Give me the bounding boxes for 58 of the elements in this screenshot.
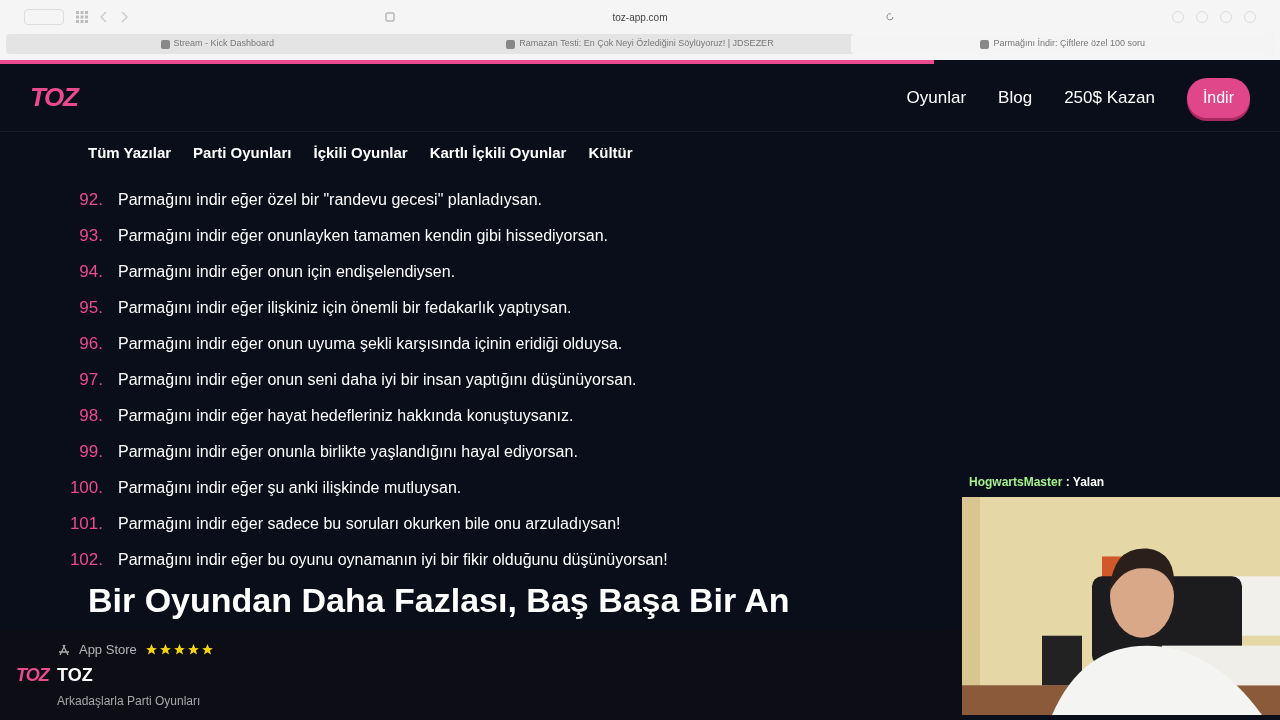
item-number: 98. (78, 405, 104, 428)
category-link[interactable]: İçkili Oyunlar (313, 142, 408, 165)
list-item-text: Parmağını indir eğer bu oyunu oynamanın iyi bir fikir olduğunu düşünüyorsan! (117, 550, 668, 570)
app-logo: TOZ (16, 663, 49, 687)
browser-tab[interactable]: Stream - Kick Dashboard (6, 34, 429, 54)
app-name: TOZ (56, 664, 94, 688)
category-link[interactable]: Kartlı İçkili Oyunlar (429, 142, 567, 165)
tab-favicon-icon (506, 39, 516, 49)
logo[interactable]: TOZ (30, 78, 78, 117)
app-subtitle: Arkadaşlarla Parti Oyunları (56, 693, 202, 711)
item-number: 93. (78, 225, 104, 248)
list-item-text: Parmağını indir eğer özel bir "randevu gecesi" planladıysan. (117, 190, 543, 210)
reload-icon[interactable] (885, 12, 895, 22)
nav-link[interactable]: 250$ Kazan (1064, 84, 1155, 111)
store-label: App Store (78, 640, 137, 659)
nav-link[interactable]: Oyunlar (906, 84, 967, 111)
item-number: 97. (78, 369, 104, 392)
browser-tab[interactable]: Parmağını İndir: Çiftlere özel 100 soru (851, 34, 1274, 54)
back-icon[interactable] (100, 11, 108, 23)
grid-icon[interactable] (76, 11, 88, 23)
reader-icon[interactable] (385, 12, 395, 22)
star-icon (172, 643, 186, 656)
item-number: 94. (78, 261, 104, 284)
download-button[interactable]: İndir (1186, 77, 1250, 118)
item-number: 101. (68, 513, 104, 536)
list-item-text: Parmağını indir eğer onun için endişelendiysen. (117, 262, 456, 282)
list-item-text: Parmağını indir eğer onun uyuma şekli karşısında içinin eridiği olduysa. (117, 334, 623, 354)
category-link[interactable]: Parti Oyunları (193, 142, 292, 165)
category-link[interactable]: Kültür (588, 142, 633, 165)
star-icon (186, 643, 200, 656)
item-number: 95. (78, 297, 104, 320)
address-field[interactable]: toz-app.com (612, 9, 668, 25)
section-heading: Bir Oyundan Daha Fazlası, Baş Başa Bir An (87, 580, 791, 620)
app-store-icon (56, 642, 71, 657)
item-number: 100. (68, 477, 104, 500)
sidebar-icon[interactable] (24, 9, 64, 25)
item-number: 102. (68, 549, 104, 572)
tab-favicon-icon (980, 39, 990, 49)
star-icon (200, 643, 214, 656)
forward-icon[interactable] (120, 11, 128, 23)
list-item-text: Parmağını indir eğer onunla birlikte yaşlandığını hayal ediyorsan. (117, 442, 578, 462)
list-item-text: Parmağını indir eğer şu anki ilişkinde mutluysan. (117, 478, 462, 498)
list-item-text: Parmağını indir eğer ilişkiniz için önemli bir fedakarlık yaptıysan. (117, 298, 572, 318)
item-number: 96. (78, 333, 104, 356)
category-link[interactable]: Tüm Yazılar (88, 142, 172, 165)
list-item-text: Parmağını indir eğer hayat hedefleriniz hakkında konuştuysanız. (117, 406, 574, 426)
nav-link[interactable]: Blog (998, 84, 1033, 111)
browser-tab[interactable]: Ramazan Testi: En Çok Neyi Özlediğini Söylüyoruz! | JDSEZER (428, 34, 852, 54)
tab-favicon-icon (160, 39, 170, 49)
list-item-text: Parmağını indir eğer onunlayken tamamen kendin gibi hissediyorsan. (117, 226, 609, 246)
item-number: 99. (78, 441, 104, 464)
list-item-text: Parmağını indir eğer sadece bu soruları okurken bile onu arzuladıysan! (117, 514, 621, 534)
star-icon (158, 643, 172, 656)
chat-message: HogwartsMaster : Yalan (969, 474, 1105, 491)
app-banner[interactable]: TOZ App Store TOZ Arkadaşlarla Parti Oyunları (0, 630, 962, 720)
item-number: 92. (78, 189, 104, 212)
star-icon (144, 643, 158, 656)
list-item-text: Parmağını indir eğer onun seni daha iyi bir insan yaptığını düşünüyorsan. (117, 370, 637, 390)
